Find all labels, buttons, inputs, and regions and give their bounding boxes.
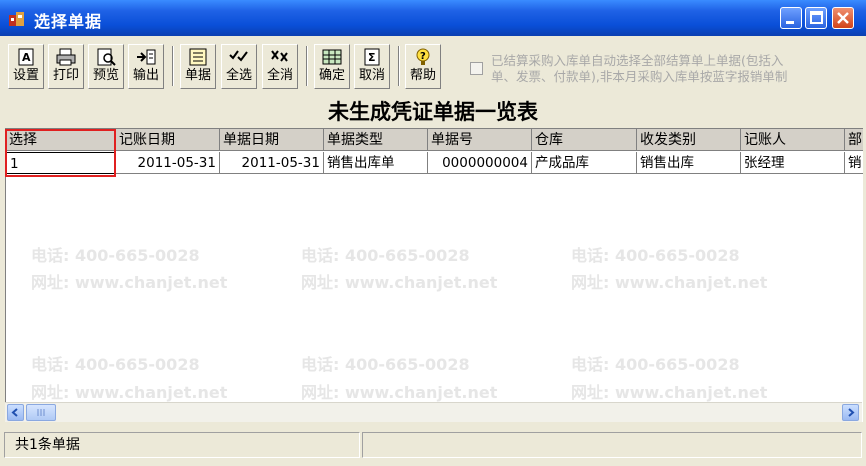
cancel-label: 取消 [358,68,385,83]
cell-document-type[interactable]: 销售出库单 [324,152,428,174]
watermark-site: 网址: www.chanjet.net [31,383,228,402]
scroll-thumb[interactable] [26,404,56,421]
select-documents-window: 选择单据 A 设置 打印 预览 输出 单据 全选 全消 确定 Σ 取消 ? 帮助… [0,0,866,466]
help-icon: ? [416,48,430,65]
document-list-icon [189,48,207,66]
confirm-label: 确定 [318,68,345,83]
select-all-label: 全选 [225,68,252,83]
deselect-all-label: 全消 [266,68,293,83]
column-header-transaction-type[interactable]: 收发类别 [637,129,741,151]
auto-select-label: 已结算采购入库单自动选择全部结算单上单据(包括入 单、发票、付款单),非本月采购… [491,53,788,84]
scroll-left-button[interactable] [7,404,24,421]
scroll-right-button[interactable] [842,404,859,421]
watermark-phone: 电话: 400-665-0028 [571,246,740,265]
svg-text:Σ: Σ [368,51,376,64]
window-title: 选择单据 [34,12,103,31]
export-label: 输出 [132,68,159,83]
cell-document-date[interactable]: 2011-05-31 [220,152,324,174]
cell-document-number[interactable]: 0000000004 [428,152,532,174]
watermark-phone: 电话: 400-665-0028 [31,355,200,374]
chevron-right-icon [848,408,855,417]
column-header-department[interactable]: 部 [845,129,863,151]
title-bar[interactable]: 选择单据 [0,0,866,36]
svg-text:A: A [22,51,31,64]
column-header-warehouse[interactable]: 仓库 [532,129,637,151]
preview-button[interactable]: 预览 [88,44,124,89]
toolbar-separator [306,46,308,86]
preview-label: 预览 [92,68,119,83]
watermark-phone: 电话: 400-665-0028 [301,246,470,265]
settings-doc-icon: A [18,48,34,66]
watermark-phone: 电话: 400-665-0028 [31,246,200,265]
cell-transaction-type[interactable]: 销售出库 [637,152,741,174]
toolbar-separator [172,46,174,86]
select-column-highlight [5,129,116,177]
column-header-posting-date[interactable]: 记账日期 [116,129,220,151]
watermark-site: 网址: www.chanjet.net [301,383,498,402]
watermark-site: 网址: www.chanjet.net [571,273,768,292]
cell-posting-date[interactable]: 2011-05-31 [116,152,220,174]
deselect-all-button[interactable]: 全消 [262,44,298,89]
report-title: 未生成凭证单据一览表 [328,100,538,124]
column-header-document-number[interactable]: 单据号 [428,129,532,151]
documents-label: 单据 [184,68,211,83]
select-all-button[interactable]: 全选 [221,44,257,89]
help-label: 帮助 [409,68,436,83]
maximize-icon [810,11,823,24]
status-bar: 共1条单据 [0,428,866,466]
cancel-button[interactable]: Σ 取消 [354,44,390,89]
help-button[interactable]: ? 帮助 [405,44,441,89]
settings-button[interactable]: A 设置 [8,44,44,89]
settings-label: 设置 [12,68,39,83]
maximize-button[interactable] [805,7,827,29]
close-button[interactable] [832,7,854,29]
documents-grid: 选择 记账日期 单据日期 单据类型 单据号 仓库 收发类别 记账人 部 1 20… [5,128,863,422]
printer-icon [56,48,76,66]
print-button[interactable]: 打印 [48,44,84,89]
toolbar-separator [398,46,400,86]
auto-select-checkbox[interactable] [470,62,483,75]
grip-icon [37,409,45,416]
print-label: 打印 [52,68,79,83]
column-header-document-type[interactable]: 单据类型 [324,129,428,151]
minimize-icon [786,21,794,24]
documents-button[interactable]: 单据 [180,44,216,89]
horizontal-scrollbar[interactable] [5,402,862,422]
status-pane-empty [362,432,862,458]
close-icon [837,12,849,24]
export-button[interactable]: 输出 [128,44,164,89]
minimize-button[interactable] [780,7,802,29]
watermark-phone: 电话: 400-665-0028 [571,355,740,374]
export-icon [137,49,156,65]
select-all-icon [229,50,248,62]
watermark-phone: 电话: 400-665-0028 [301,355,470,374]
watermark-site: 网址: www.chanjet.net [571,383,768,402]
column-header-document-date[interactable]: 单据日期 [220,129,324,151]
deselect-all-icon [271,50,288,62]
confirm-icon [322,49,342,65]
column-header-bookkeeper[interactable]: 记账人 [741,129,845,151]
cancel-icon: Σ [364,48,380,66]
watermark-site: 网址: www.chanjet.net [31,273,228,292]
confirm-button[interactable]: 确定 [314,44,350,89]
cell-department[interactable]: 销 [845,152,863,174]
preview-icon [97,48,116,66]
record-count: 共1条单据 [4,432,360,458]
cell-bookkeeper[interactable]: 张经理 [741,152,845,174]
svg-text:?: ? [420,51,426,62]
cell-warehouse[interactable]: 产成品库 [532,152,637,174]
watermark-site: 网址: www.chanjet.net [301,273,498,292]
app-icon [9,12,24,26]
chevron-left-icon [11,408,18,417]
